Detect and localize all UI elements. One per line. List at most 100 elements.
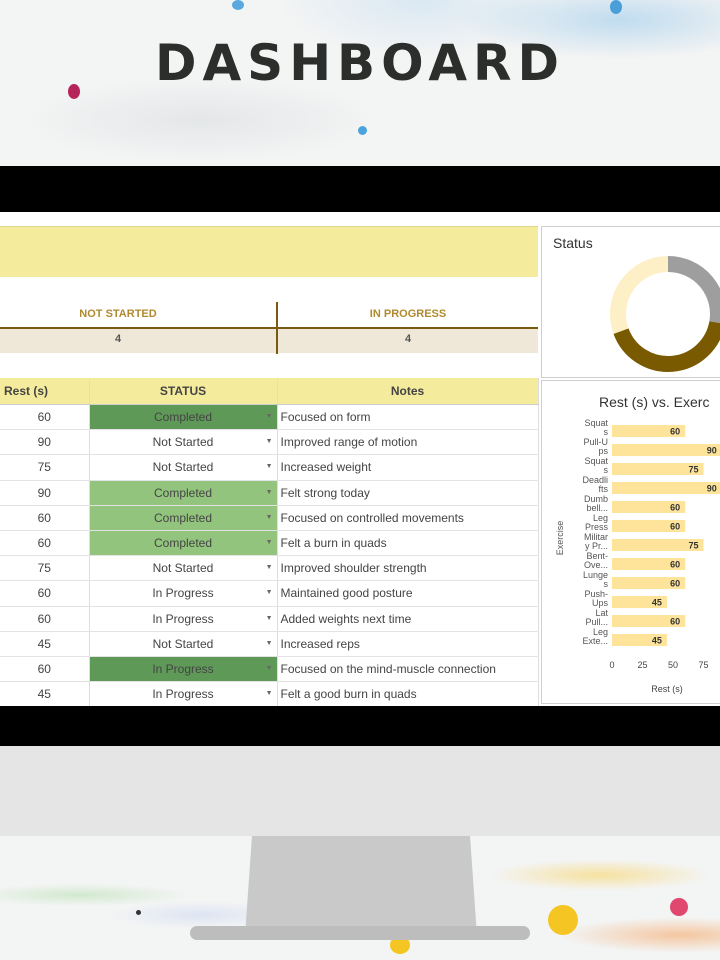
table-row: 45 Not Started ▼ Increased reps [0,631,539,657]
y-tick-label: Pull... [585,617,608,627]
status-dropdown[interactable]: Completed ▼ [89,404,278,431]
page-title: DASHBOARD [154,34,566,92]
table-row: 60 Completed ▼ Felt a burn in quads [0,530,539,557]
bar[interactable] [612,482,720,494]
status-dropdown[interactable]: In Progress ▼ [89,681,278,706]
dropdown-caret-icon[interactable]: ▼ [266,413,273,420]
notes-cell[interactable]: Felt a burn in quads [277,530,539,557]
notes-cell[interactable]: Improved shoulder strength [277,555,539,582]
status-dropdown[interactable]: Not Started ▼ [89,454,278,481]
status-dropdown[interactable]: In Progress ▼ [89,606,278,632]
rest-cell[interactable]: 60 [0,656,90,683]
table-row: 45 In Progress ▼ Felt a good burn in quad… [0,681,539,706]
paint-splash [136,910,141,915]
exercise-table: Rest (s) STATUS Notes 60 Completed ▼ Focu… [0,378,539,706]
dropdown-caret-icon[interactable]: ▼ [266,564,273,571]
table-row: 75 Not Started ▼ Increased weight [0,454,539,481]
y-axis-label: Exercise [555,521,565,556]
rest-cell[interactable]: 60 [0,505,90,531]
table-row: 60 In Progress ▼ Added weights next time [0,606,539,632]
paint-splash [670,898,688,916]
bar-data-label: 75 [688,465,698,475]
rest-cell[interactable]: 45 [0,631,90,657]
status-dropdown[interactable]: In Progress ▼ [89,580,278,607]
notes-cell[interactable]: Increased weight [277,454,539,481]
notes-cell[interactable]: Focused on controlled movements [277,505,539,531]
rest-cell[interactable]: 60 [0,530,90,557]
y-tick-label: s [604,427,609,437]
dropdown-caret-icon[interactable]: ▼ [266,438,273,445]
rest-bar-chart: ExerciseSquats 60Pull-Ups 90Squats 75Deadli… [555,418,720,694]
status-dropdown[interactable]: Not Started ▼ [89,429,278,456]
notes-cell[interactable]: Felt a good burn in quads [277,681,539,706]
notes-cell[interactable]: Increased reps [277,631,539,657]
notes-cell[interactable]: Maintained good posture [277,580,539,607]
dropdown-caret-icon[interactable]: ▼ [266,615,273,622]
donut-segment[interactable] [610,256,669,334]
paint-splash [232,0,244,10]
status-value: In Progress [152,586,214,601]
rest-cell[interactable]: 60 [0,404,90,431]
bar-data-label: 90 [707,446,717,456]
y-tick-label: y Pr... [585,541,608,551]
status-donut-chart [610,256,720,372]
notes-cell[interactable]: Added weights next time [277,606,539,632]
paint-splash [358,126,367,135]
donut-segment[interactable] [667,256,720,324]
col-header-status[interactable]: STATUS [89,378,278,405]
col-header-rest[interactable]: Rest (s) [0,378,90,405]
dropdown-caret-icon[interactable]: ▼ [266,640,273,647]
status-value: In Progress [152,611,214,626]
rest-cell[interactable]: 90 [0,429,90,456]
table-row: 60 Completed ▼ Focused on form [0,404,539,431]
table-row: 60 In Progress ▼ Focused on the mind-musc… [0,656,539,683]
col-header-notes[interactable]: Notes [277,378,539,405]
dropdown-caret-icon[interactable]: ▼ [266,589,273,596]
rest-cell[interactable]: 90 [0,480,90,506]
y-tick-label: Ups [592,598,609,608]
bar-data-label: 45 [652,598,662,608]
dropdown-caret-icon[interactable]: ▼ [266,514,273,521]
dropdown-caret-icon[interactable]: ▼ [266,665,273,672]
notes-cell[interactable]: Focused on the mind-muscle connection [277,656,539,683]
status-dropdown[interactable]: Completed ▼ [89,530,278,557]
donut-segment[interactable] [613,320,720,372]
dropdown-caret-icon[interactable]: ▼ [266,690,273,697]
rest-cell[interactable]: 45 [0,681,90,706]
bar-data-label: 60 [670,522,680,532]
y-tick-label: Ove... [584,560,608,570]
summary-column-divider [276,302,278,354]
x-tick-label: 0 [609,660,614,670]
paint-splash [610,0,622,14]
notes-cell[interactable]: Focused on form [277,404,539,431]
dropdown-caret-icon[interactable]: ▼ [266,489,273,496]
bar-data-label: 60 [670,560,680,570]
notes-cell[interactable]: Felt strong today [277,480,539,506]
bar-data-label: 45 [652,636,662,646]
bar-data-label: 75 [688,541,698,551]
table-row: 75 Not Started ▼ Improved shoulder streng… [0,555,539,582]
rest-cell[interactable]: 60 [0,606,90,632]
status-dropdown[interactable]: Not Started ▼ [89,555,278,582]
x-axis-label: Rest (s) [651,684,683,694]
status-dropdown[interactable]: Completed ▼ [89,505,278,531]
rest-bar-chart-card[interactable]: Rest (s) vs. Exerc Exercise Squat s 60 Pull-… [541,380,720,704]
rest-cell[interactable]: 75 [0,454,90,481]
donut-group [610,256,720,372]
notes-cell[interactable]: Improved range of motion [277,429,539,456]
status-dropdown[interactable]: In Progress ▼ [89,656,278,683]
status-value: Completed [153,410,213,425]
rest-cell[interactable]: 75 [0,555,90,582]
status-dropdown[interactable]: Completed ▼ [89,480,278,506]
rest-cell[interactable]: 60 [0,580,90,607]
status-value: Not Started [152,460,214,475]
not-started-count: 4 [114,333,122,345]
dropdown-caret-icon[interactable]: ▼ [266,539,273,546]
not-started-label: NOT STARTED [79,308,157,320]
y-tick-label: s [604,465,609,475]
dropdown-caret-icon[interactable]: ▼ [266,463,273,470]
status-chart-card[interactable]: Status [541,226,720,378]
bar[interactable] [612,444,720,456]
status-value: In Progress [152,687,214,702]
status-dropdown[interactable]: Not Started ▼ [89,631,278,657]
